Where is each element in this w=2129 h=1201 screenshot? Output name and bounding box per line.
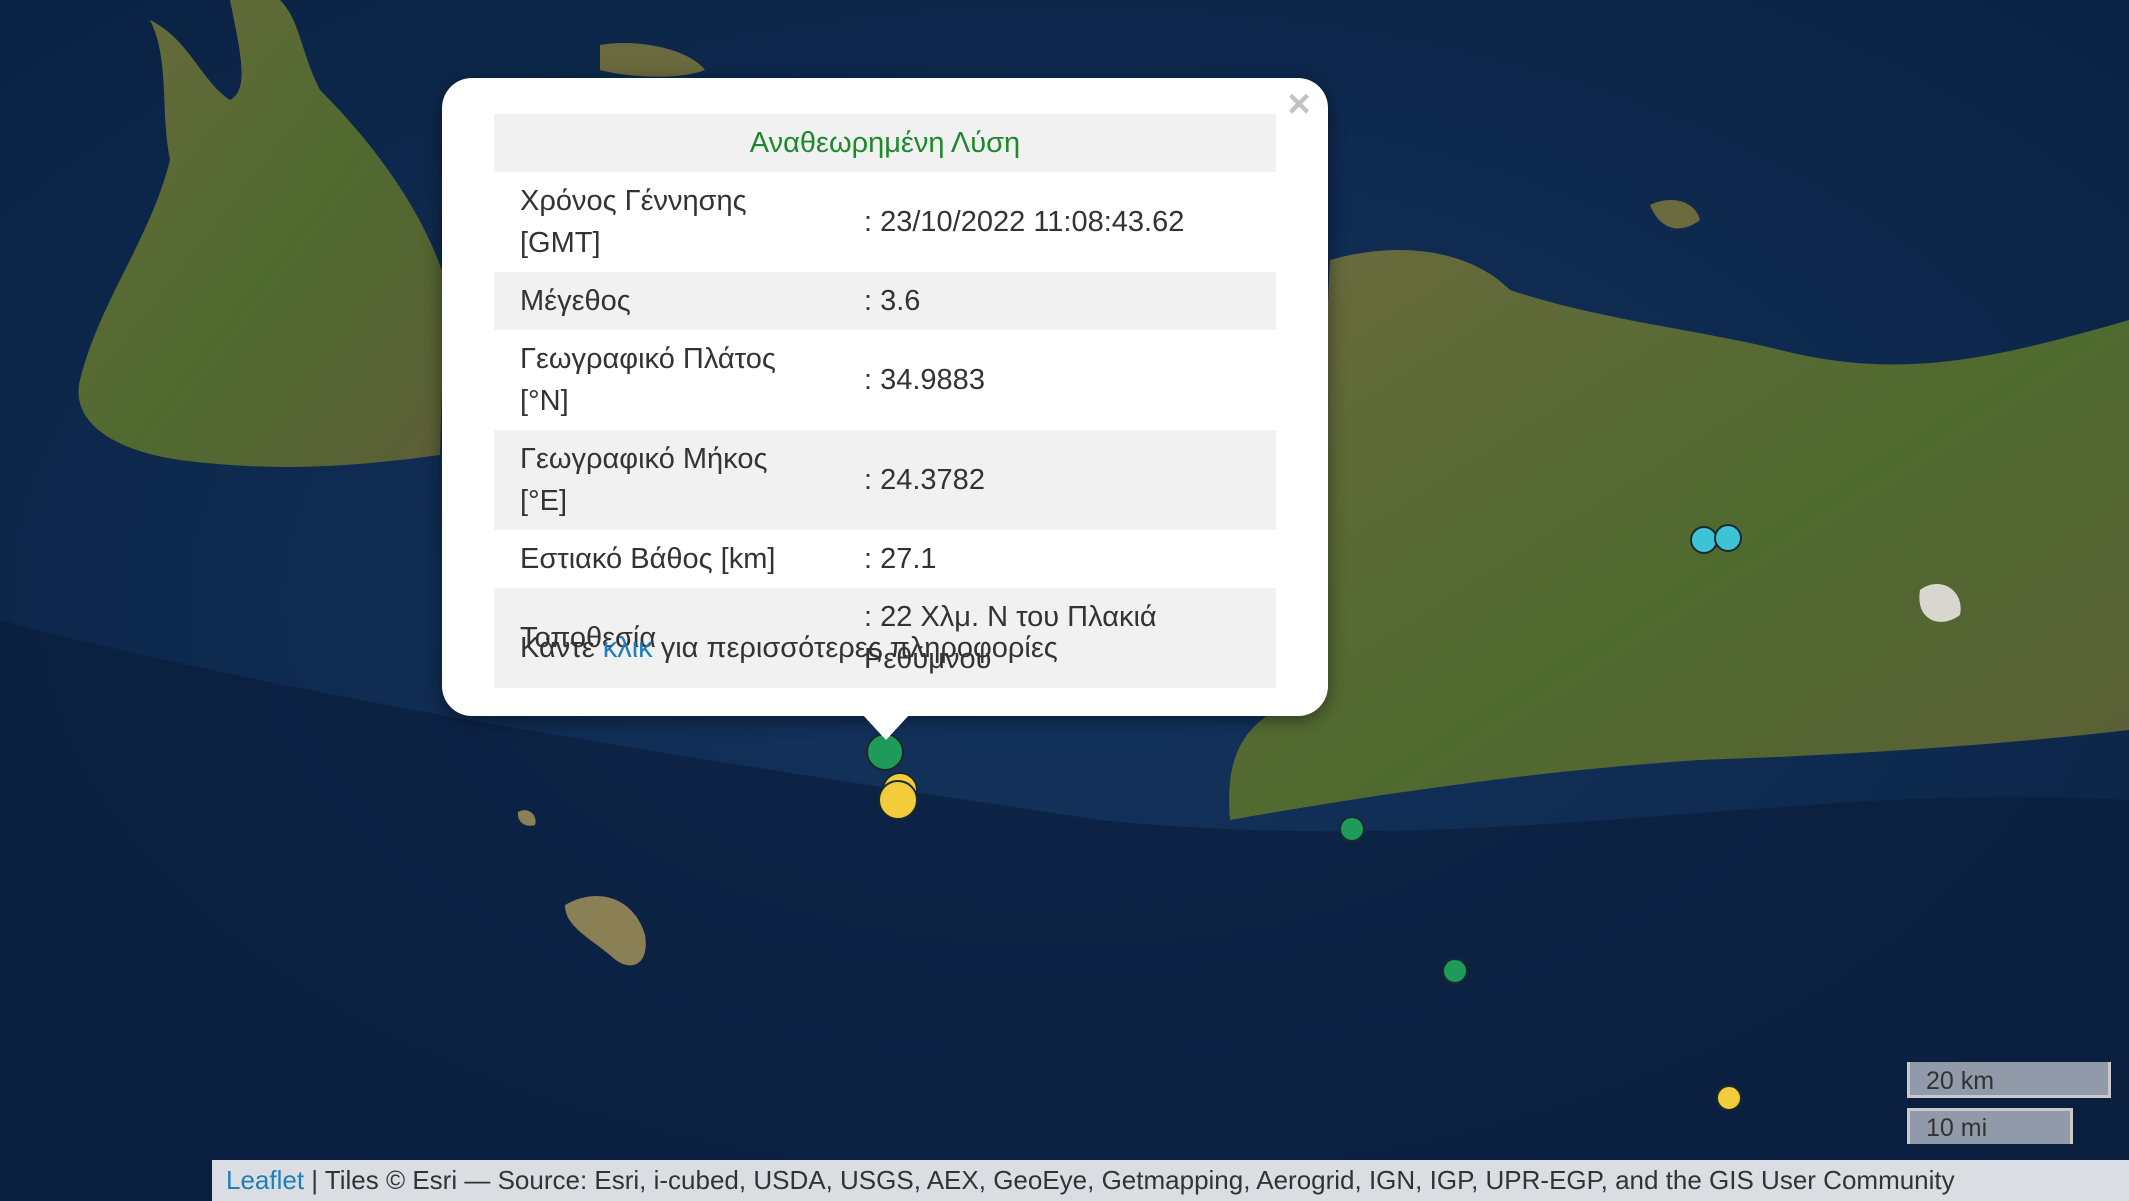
earthquake-marker[interactable] <box>878 780 918 820</box>
info-value-origin-time: : 23/10/2022 11:08:43.62 <box>864 206 1185 238</box>
earthquake-marker[interactable] <box>1442 958 1468 984</box>
info-value-depth: : 27.1 <box>864 543 937 575</box>
map-attribution: Leaflet | Tiles © Esri — Source: Esri, i… <box>212 1160 2129 1201</box>
leaflet-link[interactable]: Leaflet <box>226 1165 304 1195</box>
info-label-longitude: Γεωγραφικό Μήκος [°E] <box>494 430 838 530</box>
scale-bar-km: 20 km <box>1907 1062 2111 1098</box>
info-label-magnitude: Μέγεθος <box>494 272 838 330</box>
more-info-text: Κάντε κλικ για περισσότερες πληροφορίες <box>520 632 1058 665</box>
earthquake-marker[interactable] <box>1339 816 1365 842</box>
info-label-latitude: Γεωγραφικό Πλάτος [°N] <box>520 343 776 417</box>
earthquake-info-table: Αναθεωρημένη Λύση Χρόνος Γέννησης [GMT] … <box>494 114 1276 688</box>
close-icon[interactable]: × <box>1281 84 1317 124</box>
info-value-longitude: : 24.3782 <box>838 430 1276 530</box>
more-info-suffix: για περισσότερες πληροφορίες <box>652 632 1058 664</box>
info-value-latitude: : 34.9883 <box>864 364 985 396</box>
info-label-origin-time: Χρόνος Γέννησης [GMT] <box>520 185 747 259</box>
popup-tip <box>862 714 910 740</box>
info-label-depth: Εστιακό Βάθος [km] <box>520 543 776 575</box>
popup-title: Αναθεωρημένη Λύση <box>494 114 1276 172</box>
more-info-link[interactable]: κλικ <box>603 632 653 664</box>
earthquake-marker[interactable] <box>1716 1085 1742 1111</box>
map-view[interactable]: × Αναθεωρημένη Λύση Χρόνος Γέννησης [GMT… <box>0 0 2129 1201</box>
attribution-text: | Tiles © Esri — Source: Esri, i-cubed, … <box>304 1165 1955 1195</box>
more-info-prefix: Κάντε <box>520 632 603 664</box>
info-value-magnitude: : 3.6 <box>838 272 1276 330</box>
earthquake-marker[interactable] <box>1714 524 1742 552</box>
scale-bar-mi: 10 mi <box>1907 1108 2073 1144</box>
